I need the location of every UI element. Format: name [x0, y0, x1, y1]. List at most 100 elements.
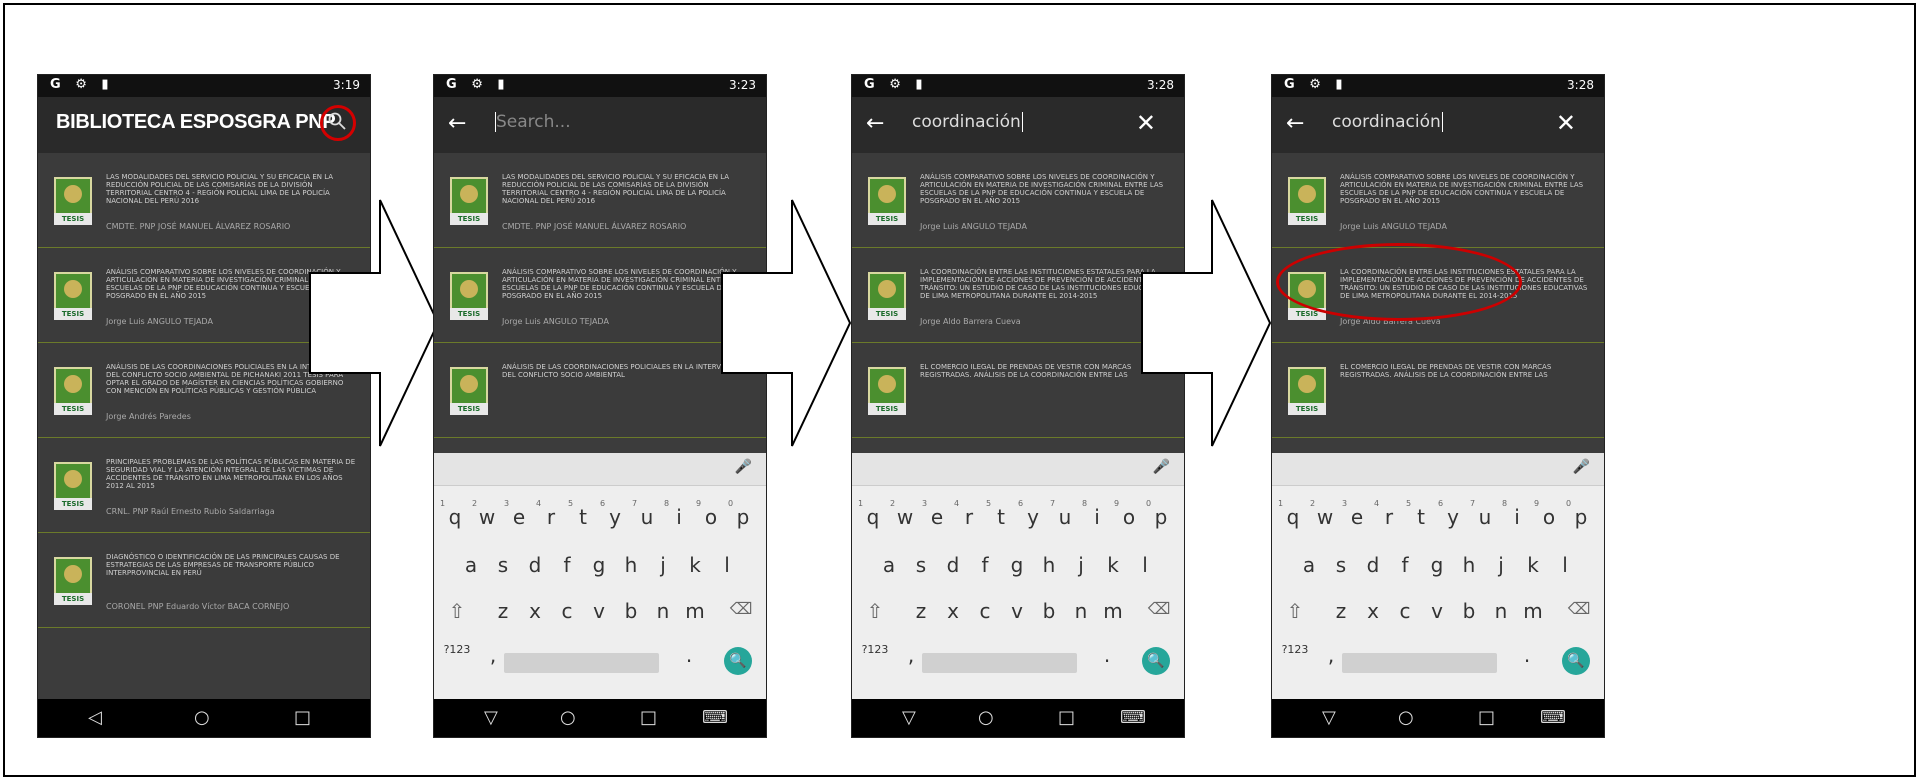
key-f[interactable]: f [970, 553, 1000, 577]
key-d[interactable]: d [938, 553, 968, 577]
spacebar[interactable] [1342, 653, 1497, 673]
key-d[interactable]: d [1358, 553, 1388, 577]
period-key[interactable]: . [1512, 643, 1542, 667]
recents-nav-icon[interactable]: □ [640, 707, 657, 728]
key-b[interactable]: b [1454, 599, 1484, 623]
microphone-icon[interactable]: 🎤 [1573, 459, 1590, 475]
key-m[interactable]: m [1518, 599, 1548, 623]
shift-icon[interactable]: ⇧ [442, 599, 472, 623]
clear-icon[interactable]: ✕ [1136, 109, 1156, 137]
keyboard-icon[interactable]: ⌨ [1120, 707, 1146, 728]
back-nav-icon[interactable]: ▽ [484, 707, 498, 728]
key-u[interactable]: 7u [1470, 499, 1500, 529]
back-arrow-icon[interactable]: ← [1286, 111, 1304, 136]
key-p[interactable]: 0p [1146, 499, 1176, 529]
key-r[interactable]: 4r [954, 499, 984, 529]
key-c[interactable]: c [1390, 599, 1420, 623]
key-i[interactable]: 8i [1082, 499, 1112, 529]
key-h[interactable]: h [1034, 553, 1064, 577]
key-g[interactable]: g [1002, 553, 1032, 577]
period-key[interactable]: . [674, 643, 704, 667]
list-item[interactable]: TESIS DIAGNÓSTICO O IDENTIFICACIÓN DE LA… [38, 533, 370, 628]
backspace-icon[interactable]: ⌫ [1144, 599, 1174, 618]
microphone-icon[interactable]: 🎤 [735, 459, 752, 475]
key-e[interactable]: 3e [922, 499, 952, 529]
key-j[interactable]: j [1066, 553, 1096, 577]
key-l[interactable]: l [1550, 553, 1580, 577]
key-i[interactable]: 8i [1502, 499, 1532, 529]
key-o[interactable]: 9o [1534, 499, 1564, 529]
key-y[interactable]: 6y [600, 499, 630, 529]
search-enter-icon[interactable]: 🔍 [1142, 647, 1170, 675]
key-v[interactable]: v [1002, 599, 1032, 623]
key-v[interactable]: v [1422, 599, 1452, 623]
key-n[interactable]: n [1066, 599, 1096, 623]
key-f[interactable]: f [1390, 553, 1420, 577]
key-z[interactable]: z [906, 599, 936, 623]
key-n[interactable]: n [648, 599, 678, 623]
key-w[interactable]: 2w [472, 499, 502, 529]
key-c[interactable]: c [552, 599, 582, 623]
key-a[interactable]: a [456, 553, 486, 577]
key-b[interactable]: b [1034, 599, 1064, 623]
key-o[interactable]: 9o [1114, 499, 1144, 529]
key-h[interactable]: h [1454, 553, 1484, 577]
list-item[interactable]: TESIS ANÁLISIS COMPARATIVO SOBRE LOS NIV… [1272, 153, 1604, 248]
key-y[interactable]: 6y [1018, 499, 1048, 529]
search-enter-icon[interactable]: 🔍 [1562, 647, 1590, 675]
list-item[interactable]: TESIS EL COMERCIO ILEGAL DE PRENDAS DE V… [1272, 343, 1604, 438]
key-j[interactable]: j [1486, 553, 1516, 577]
home-nav-icon[interactable]: ○ [194, 707, 210, 728]
back-nav-icon[interactable]: ▽ [902, 707, 916, 728]
key-x[interactable]: x [520, 599, 550, 623]
key-q[interactable]: 1q [858, 499, 888, 529]
key-a[interactable]: a [874, 553, 904, 577]
keyboard-icon[interactable]: ⌨ [1540, 707, 1566, 728]
back-nav-icon[interactable]: ◁ [88, 707, 102, 728]
spacebar[interactable] [504, 653, 659, 673]
home-nav-icon[interactable]: ○ [1398, 707, 1414, 728]
key-l[interactable]: l [712, 553, 742, 577]
key-w[interactable]: 2w [1310, 499, 1340, 529]
list-item[interactable]: TESIS ANÁLISIS COMPARATIVO SOBRE LOS NIV… [852, 153, 1184, 248]
symbols-key[interactable]: ?123 [442, 643, 472, 656]
key-n[interactable]: n [1486, 599, 1516, 623]
key-t[interactable]: 5t [986, 499, 1016, 529]
key-i[interactable]: 8i [664, 499, 694, 529]
key-s[interactable]: s [906, 553, 936, 577]
key-k[interactable]: k [1518, 553, 1548, 577]
key-k[interactable]: k [1098, 553, 1128, 577]
key-l[interactable]: l [1130, 553, 1160, 577]
shift-icon[interactable]: ⇧ [1280, 599, 1310, 623]
symbols-key[interactable]: ?123 [860, 643, 890, 656]
key-o[interactable]: 9o [696, 499, 726, 529]
keyboard-icon[interactable]: ⌨ [702, 707, 728, 728]
key-b[interactable]: b [616, 599, 646, 623]
key-z[interactable]: z [1326, 599, 1356, 623]
recents-nav-icon[interactable]: □ [294, 707, 311, 728]
key-q[interactable]: 1q [440, 499, 470, 529]
key-d[interactable]: d [520, 553, 550, 577]
key-p[interactable]: 0p [728, 499, 758, 529]
key-w[interactable]: 2w [890, 499, 920, 529]
home-nav-icon[interactable]: ○ [560, 707, 576, 728]
list-item[interactable]: TESIS EL COMERCIO ILEGAL DE PRENDAS DE V… [852, 343, 1184, 438]
spacebar[interactable] [922, 653, 1077, 673]
key-r[interactable]: 4r [536, 499, 566, 529]
key-h[interactable]: h [616, 553, 646, 577]
key-j[interactable]: j [648, 553, 678, 577]
key-v[interactable]: v [584, 599, 614, 623]
symbols-key[interactable]: ?123 [1280, 643, 1310, 656]
key-a[interactable]: a [1294, 553, 1324, 577]
recents-nav-icon[interactable]: □ [1478, 707, 1495, 728]
list-item[interactable]: TESIS PRINCIPALES PROBLEMAS DE LAS POLÍT… [38, 438, 370, 533]
back-nav-icon[interactable]: ▽ [1322, 707, 1336, 728]
back-arrow-icon[interactable]: ← [448, 111, 466, 136]
period-key[interactable]: . [1092, 643, 1122, 667]
key-y[interactable]: 6y [1438, 499, 1468, 529]
key-r[interactable]: 4r [1374, 499, 1404, 529]
key-m[interactable]: m [680, 599, 710, 623]
backspace-icon[interactable]: ⌫ [726, 599, 756, 618]
key-z[interactable]: z [488, 599, 518, 623]
backspace-icon[interactable]: ⌫ [1564, 599, 1594, 618]
